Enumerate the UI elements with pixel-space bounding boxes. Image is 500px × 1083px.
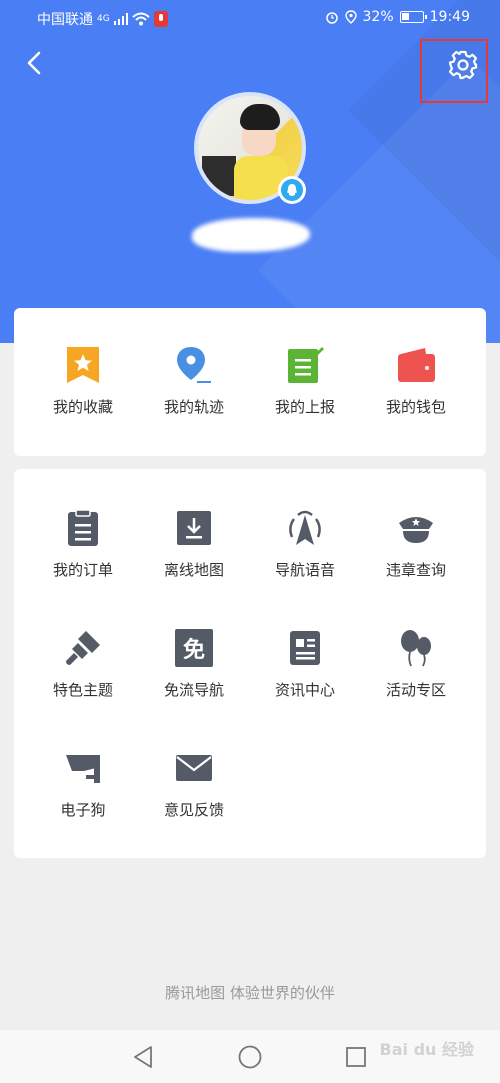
balloons-icon — [401, 630, 431, 667]
tool-orders[interactable]: 我的订单 — [28, 509, 138, 609]
gear-icon[interactable] — [446, 48, 480, 82]
speed-camera-icon — [66, 755, 100, 783]
news-icon — [290, 631, 320, 665]
wallet-icon — [398, 348, 435, 382]
bookmark-star-icon — [67, 347, 99, 383]
nav-home-icon[interactable] — [237, 1044, 263, 1070]
police-cap-icon — [399, 517, 433, 543]
alarm-icon — [325, 12, 338, 24]
tool-violation-check[interactable]: 违章查询 — [361, 509, 471, 609]
location-pin-icon — [177, 347, 211, 383]
tools-card: 我的订单 离线地图 导航语音 违章查询 特色主题 免 免流导航 资讯中心 活动专… — [14, 469, 486, 858]
qq-badge-icon — [278, 176, 306, 204]
free-data-icon: 免 — [175, 629, 213, 667]
battery-icon — [399, 11, 427, 23]
clipboard-icon — [68, 509, 98, 546]
status-bar: 中国联通 4G 32% 19:49 — [0, 0, 500, 36]
paint-brush-icon — [66, 631, 100, 665]
quick-action-report[interactable]: 我的上报 — [250, 346, 360, 446]
tool-nav-voice[interactable]: 导航语音 — [250, 509, 360, 609]
tool-free-data-nav[interactable]: 免 免流导航 — [139, 629, 249, 729]
tool-themes[interactable]: 特色主题 — [28, 629, 138, 729]
mail-icon — [176, 755, 212, 781]
location-icon — [344, 10, 357, 24]
quick-action-wallet[interactable]: 我的钱包 — [361, 346, 471, 446]
mic-icon — [153, 11, 168, 27]
baidu-watermark: Bai du 经验 — [379, 1040, 474, 1059]
download-map-icon — [177, 511, 211, 545]
battery-percent: 32% — [362, 9, 394, 25]
footer-slogan: 腾讯地图 体验世界的伙伴 — [165, 984, 335, 1002]
tool-activities[interactable]: 活动专区 — [361, 629, 471, 729]
clock: 19:49 — [429, 9, 470, 25]
quick-actions-card: 我的收藏 我的轨迹 我的上报 我的钱包 — [14, 308, 486, 456]
signal-icon — [113, 13, 128, 25]
nav-back-icon[interactable] — [131, 1044, 157, 1070]
tool-feedback[interactable]: 意见反馈 — [139, 749, 249, 849]
network-label: 4G — [97, 14, 110, 24]
tool-news-center[interactable]: 资讯中心 — [250, 629, 360, 729]
report-note-icon — [288, 347, 324, 383]
tool-offline-map[interactable]: 离线地图 — [139, 509, 249, 609]
nav-recents-icon[interactable] — [343, 1044, 369, 1070]
quick-action-favorites[interactable]: 我的收藏 — [28, 346, 138, 446]
carrier-label: 中国联通 — [37, 12, 93, 28]
tool-speed-camera[interactable]: 电子狗 — [28, 749, 138, 849]
username-redacted — [192, 218, 310, 252]
wifi-icon — [132, 12, 150, 26]
navigation-voice-icon — [289, 510, 321, 545]
chevron-left-icon[interactable] — [20, 48, 50, 78]
quick-action-track[interactable]: 我的轨迹 — [139, 346, 249, 446]
